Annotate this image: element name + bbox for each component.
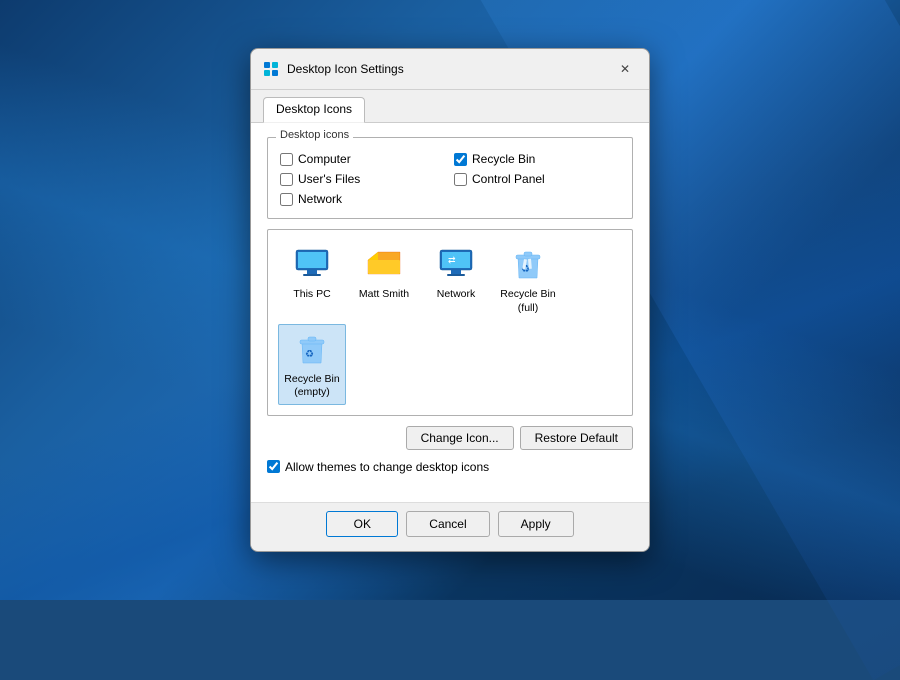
matt-smith-icon-item[interactable]: Matt Smith <box>350 240 418 319</box>
matt-smith-icon <box>364 244 404 284</box>
allow-themes-checkbox-item[interactable]: Allow themes to change desktop icons <box>267 460 633 474</box>
apply-button[interactable]: Apply <box>498 511 574 537</box>
dialog-title-icon <box>263 61 279 77</box>
users-files-checkbox-item[interactable]: User's Files <box>280 172 446 186</box>
recycle-bin-checkbox[interactable] <box>454 153 467 166</box>
network-icon-item[interactable]: ⇄ Network <box>422 240 490 319</box>
desktop-icons-group: Desktop icons Computer Recycle Bin User'… <box>267 137 633 219</box>
control-panel-label: Control Panel <box>472 172 545 186</box>
control-panel-checkbox-item[interactable]: Control Panel <box>454 172 620 186</box>
network-label: Network <box>437 288 476 302</box>
desktop-icons-tab[interactable]: Desktop Icons <box>263 97 365 123</box>
cancel-button[interactable]: Cancel <box>406 511 489 537</box>
computer-label: Computer <box>298 152 351 166</box>
close-button[interactable]: ✕ <box>613 57 637 81</box>
recycle-bin-empty-icon-item[interactable]: ♻ Recycle Bin (empty) <box>278 324 346 405</box>
allow-themes-checkbox[interactable] <box>267 460 280 473</box>
recycle-bin-full-icon: ♻ <box>508 244 548 284</box>
computer-checkbox-item[interactable]: Computer <box>280 152 446 166</box>
users-files-checkbox[interactable] <box>280 173 293 186</box>
svg-text:⇄: ⇄ <box>448 255 456 265</box>
title-bar: Desktop Icon Settings ✕ <box>251 49 649 90</box>
dialog-overlay: Desktop Icon Settings ✕ Desktop Icons De… <box>0 0 900 600</box>
matt-smith-label: Matt Smith <box>359 288 409 302</box>
recycle-bin-label: Recycle Bin <box>472 152 535 166</box>
tab-bar: Desktop Icons <box>251 90 649 123</box>
recycle-bin-empty-label: Recycle Bin (empty) <box>283 373 341 400</box>
title-bar-left: Desktop Icon Settings <box>263 61 404 77</box>
recycle-bin-checkbox-item[interactable]: Recycle Bin <box>454 152 620 166</box>
network-checkbox[interactable] <box>280 193 293 206</box>
network-label: Network <box>298 192 342 206</box>
network-icon: ⇄ <box>436 244 476 284</box>
dialog-content: Desktop icons Computer Recycle Bin User'… <box>251 123 649 502</box>
recycle-bin-full-label: Recycle Bin (full) <box>498 288 558 315</box>
dialog-footer: OK Cancel Apply <box>251 502 649 551</box>
recycle-bin-empty-icon: ♻ <box>292 329 332 369</box>
restore-default-button[interactable]: Restore Default <box>520 426 633 450</box>
users-files-label: User's Files <box>298 172 360 186</box>
dialog-title: Desktop Icon Settings <box>287 62 404 76</box>
computer-checkbox[interactable] <box>280 153 293 166</box>
control-panel-checkbox[interactable] <box>454 173 467 186</box>
group-label: Desktop icons <box>276 129 353 141</box>
recycle-bin-full-icon-item[interactable]: ♻ Recycle Bin (full) <box>494 240 562 319</box>
ok-button[interactable]: OK <box>326 511 398 537</box>
icon-grid: This PC Matt Smith <box>278 240 622 405</box>
svg-text:♻: ♻ <box>305 349 314 360</box>
checkbox-grid: Computer Recycle Bin User's Files Contro… <box>280 152 620 206</box>
desktop-icon-settings-dialog: Desktop Icon Settings ✕ Desktop Icons De… <box>250 48 650 552</box>
network-checkbox-item[interactable]: Network <box>280 192 446 206</box>
change-icon-button[interactable]: Change Icon... <box>406 426 514 450</box>
icon-action-row: Change Icon... Restore Default <box>267 426 633 450</box>
this-pc-icon-item[interactable]: This PC <box>278 240 346 319</box>
this-pc-icon <box>292 244 332 284</box>
this-pc-label: This PC <box>293 288 330 302</box>
icon-grid-area: This PC Matt Smith <box>267 229 633 416</box>
allow-themes-label: Allow themes to change desktop icons <box>285 460 489 474</box>
